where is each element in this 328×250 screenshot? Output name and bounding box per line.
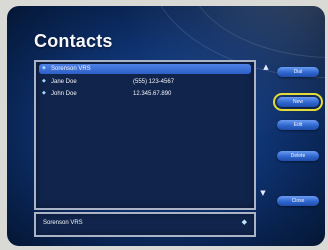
contacts-screen: Contacts ◆ Sorenson VRS ◆ Jane Doe (555)… — [7, 6, 325, 246]
close-button[interactable]: Close — [277, 196, 319, 206]
contact-input-value: Sorenson VRS — [43, 220, 83, 226]
contact-icon: ◆ — [42, 90, 46, 96]
contact-row-jane-doe[interactable]: ◆ Jane Doe (555) 123-4567 — [39, 77, 251, 87]
contact-icon: ◆ — [42, 65, 46, 71]
contact-row-john-doe[interactable]: ◆ John Doe 12.345.67.890 — [39, 89, 251, 99]
delete-button[interactable]: Delete — [277, 151, 319, 161]
contact-name: John Doe — [51, 91, 77, 97]
contact-icon: ◆ — [42, 78, 46, 84]
contact-phone: 12.345.67.890 — [133, 91, 172, 97]
contact-name: Sorenson VRS — [51, 66, 91, 72]
dial-button[interactable]: Dial — [277, 67, 319, 77]
contact-row-sorenson-vrs[interactable]: ◆ Sorenson VRS — [39, 64, 251, 74]
edit-button[interactable]: Edit — [277, 120, 319, 130]
contact-card-icon: ◆ — [241, 218, 247, 226]
contact-phone: (555) 123-4567 — [133, 79, 175, 85]
scroll-down-icon[interactable]: ▼ — [259, 189, 267, 197]
contact-name: Jane Doe — [51, 79, 77, 85]
new-button[interactable]: New — [273, 93, 323, 111]
contacts-list[interactable]: ◆ Sorenson VRS ◆ Jane Doe (555) 123-4567… — [34, 60, 256, 210]
page-title: Contacts — [34, 31, 113, 51]
scroll-up-icon[interactable]: ▲ — [262, 63, 270, 71]
contact-input-panel[interactable]: Sorenson VRS ◆ — [34, 212, 256, 237]
